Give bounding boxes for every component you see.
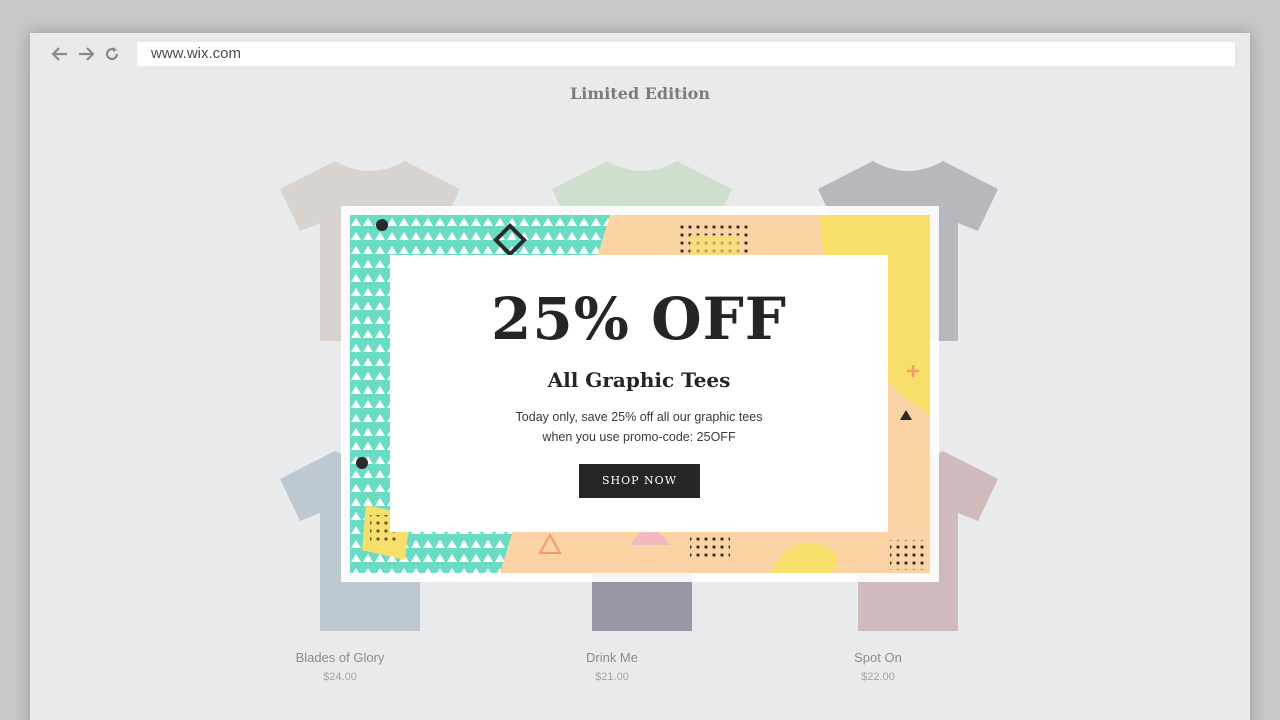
shop-now-button[interactable]: SHOP NOW	[579, 464, 700, 498]
promo-card: 25% OFF All Graphic Tees Today only, sav…	[390, 255, 888, 532]
browser-window: www.wix.com Limited Edition Blades of Gl…	[30, 33, 1250, 720]
reload-icon[interactable]	[102, 44, 122, 64]
forward-arrow-icon[interactable]	[76, 44, 96, 64]
promo-body-line-2: when you use promo-code: 25OFF	[542, 430, 736, 444]
promo-popup: 25% OFF All Graphic Tees Today only, sav…	[341, 206, 939, 582]
address-bar[interactable]: www.wix.com	[137, 42, 1235, 66]
promo-subhead: All Graphic Tees	[547, 368, 731, 392]
back-arrow-icon[interactable]	[50, 44, 70, 64]
promo-headline: 25% OFF	[491, 285, 787, 353]
nav-buttons	[50, 44, 122, 64]
browser-toolbar: www.wix.com	[30, 33, 1250, 75]
promo-body-line-1: Today only, save 25% off all our graphic…	[515, 410, 763, 424]
